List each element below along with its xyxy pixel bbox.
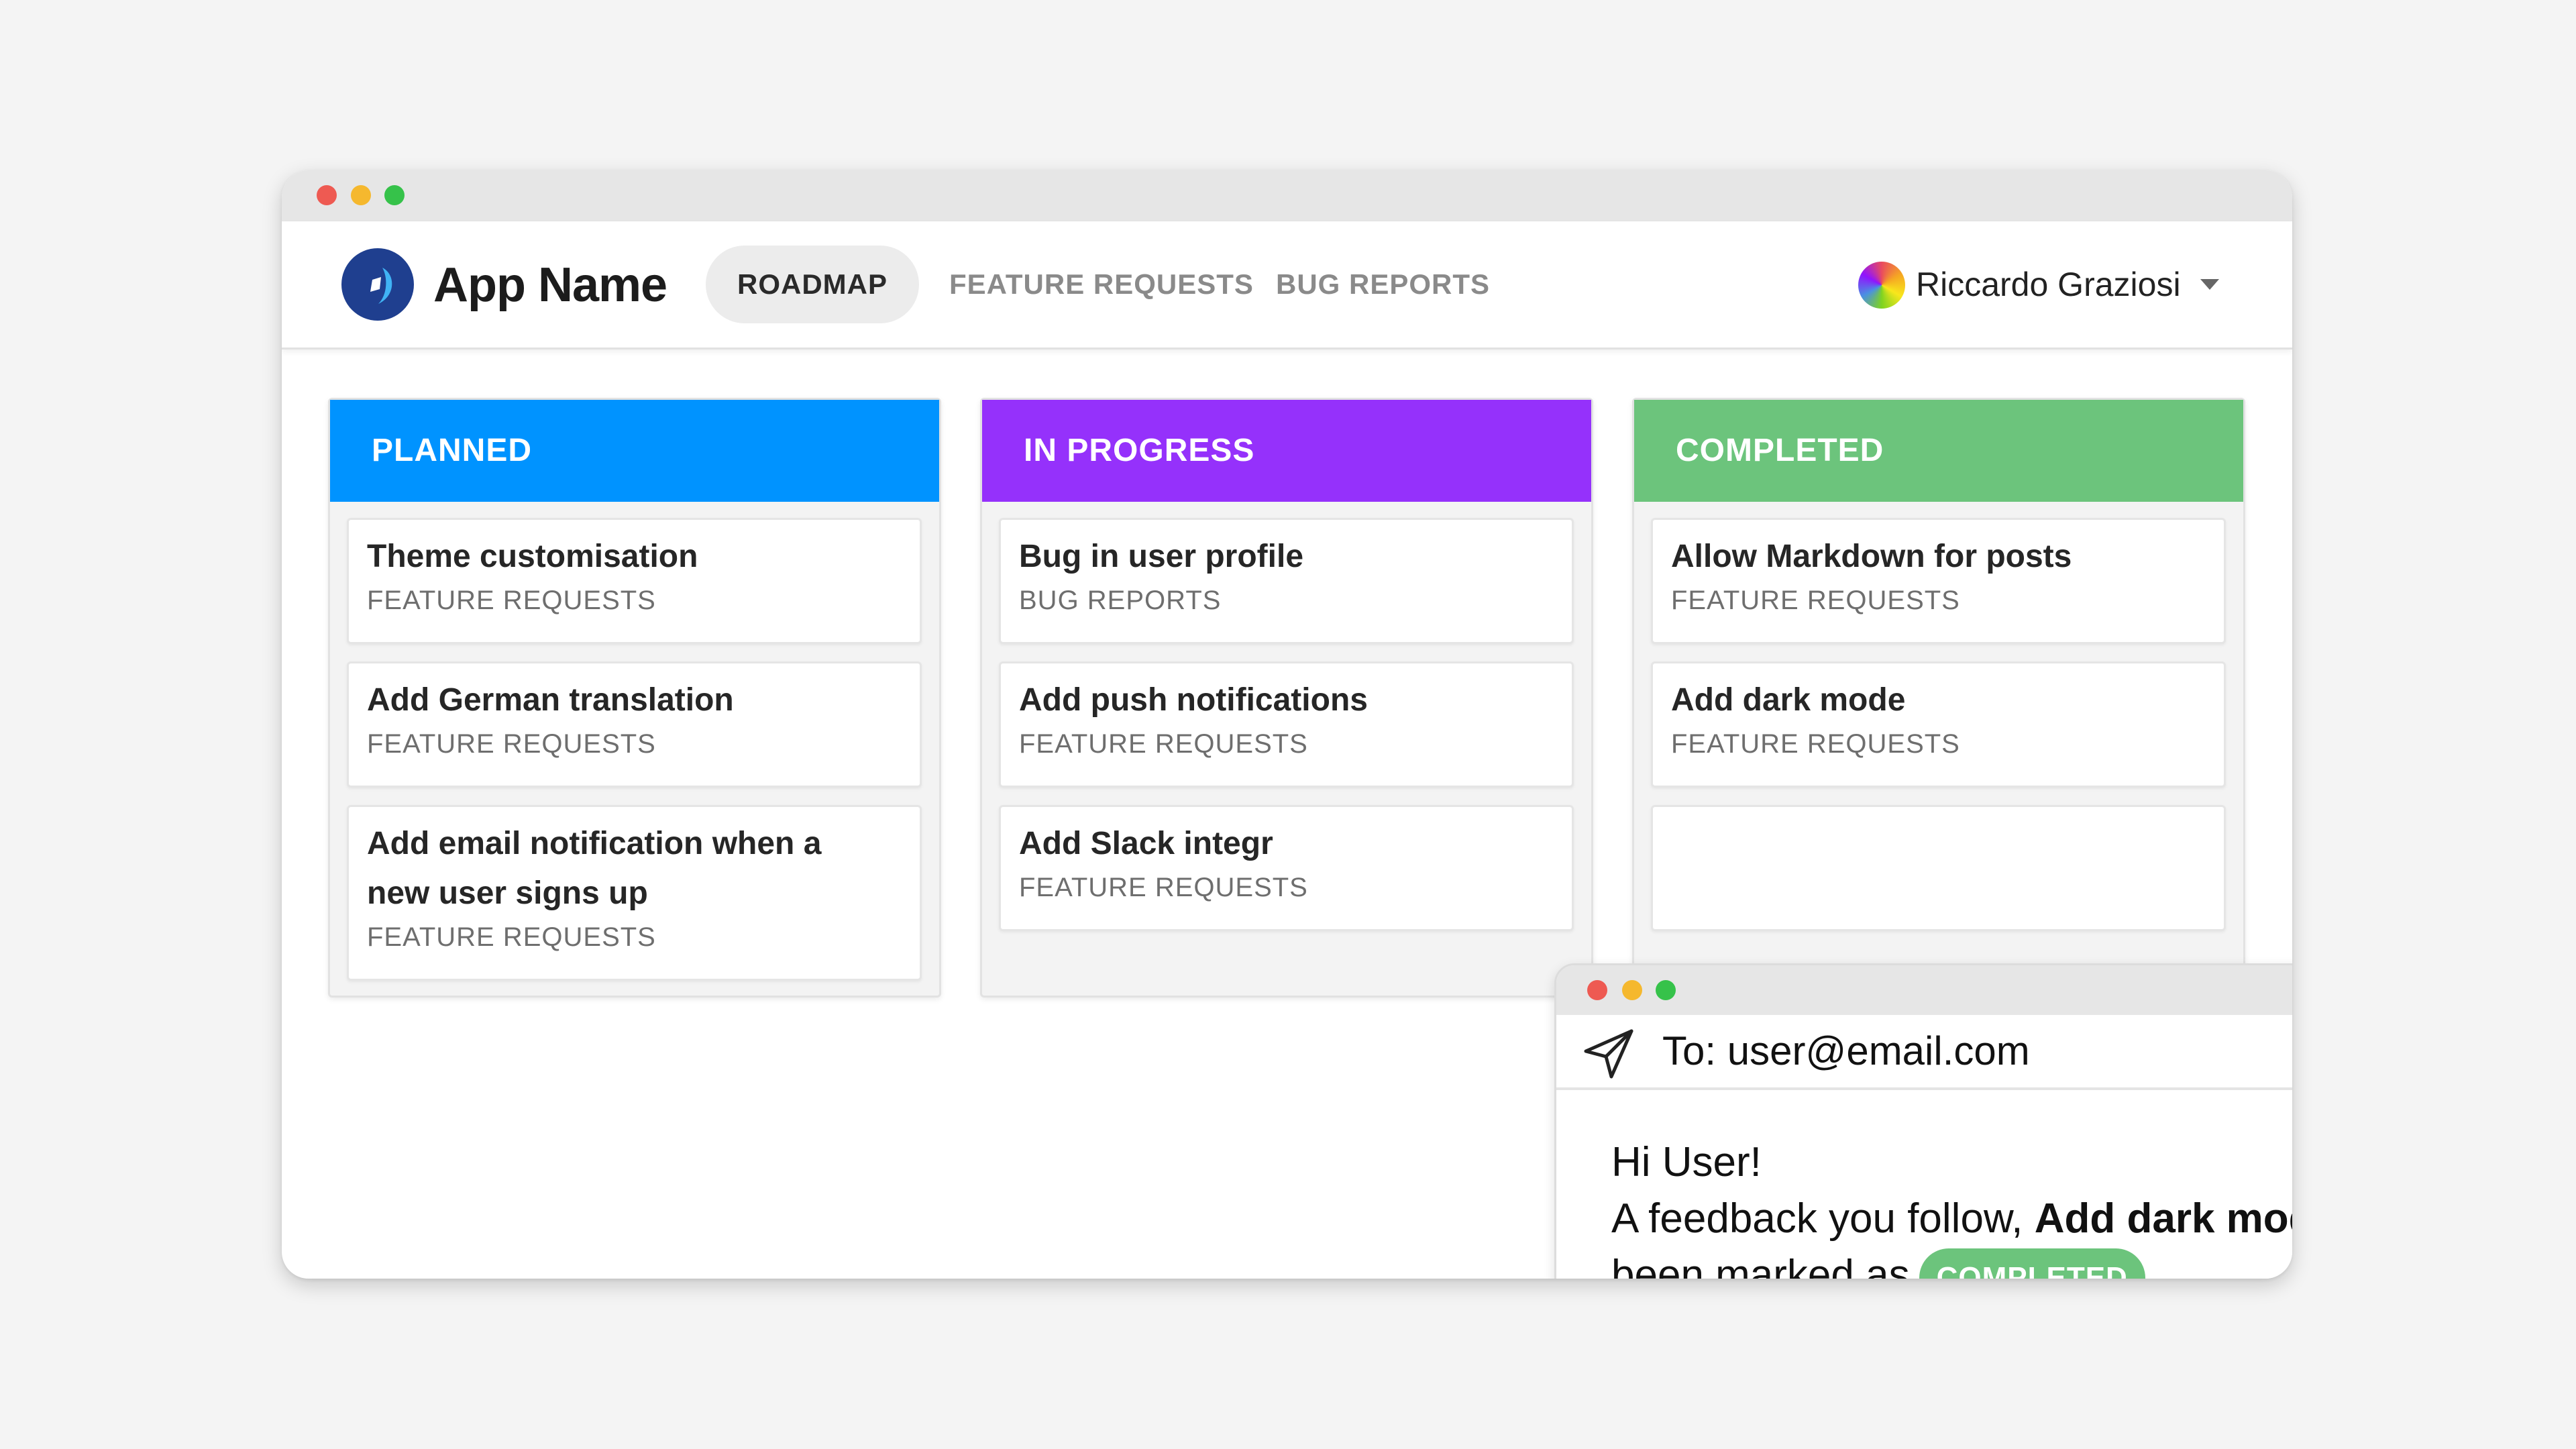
column-in-progress: IN PROGRESS Bug in user profile BUG REPO… (980, 398, 1593, 998)
email-post-title: Add dark mode (2034, 1195, 2292, 1242)
roadmap-card[interactable]: Allow Markdown for posts FEATURE REQUEST… (1651, 518, 2226, 644)
email-body: Hi User! A feedback you follow, Add dark… (1611, 1134, 2292, 1279)
email-greeting: Hi User! (1611, 1139, 1762, 1185)
avatar-icon (1858, 262, 1905, 309)
email-recipient-row: To: user@email.com (1556, 1015, 2292, 1090)
card-category: FEATURE REQUESTS (367, 922, 656, 952)
roadmap-card[interactable]: Add German translation FEATURE REQUESTS (347, 661, 922, 788)
email-message: A feedback you follow, Add dark mode, ha… (1611, 1191, 2292, 1279)
email-maximize-button[interactable] (1656, 980, 1676, 1000)
column-header-planned: PLANNED (330, 400, 939, 502)
card-category: FEATURE REQUESTS (367, 586, 656, 615)
roadmap-card[interactable] (1651, 805, 2226, 931)
minimize-window-button[interactable] (351, 185, 371, 205)
card-category: BUG REPORTS (1019, 586, 1222, 615)
card-title: Theme customisation (367, 539, 698, 574)
column-header-in-progress: IN PROGRESS (982, 400, 1591, 502)
email-titlebar (1556, 965, 2292, 1015)
user-name: Riccardo Graziosi (1916, 266, 2181, 303)
email-recipient: To: user@email.com (1662, 1028, 2030, 1073)
card-title: Bug in user profile (1019, 539, 1304, 574)
card-title: Add push notifications (1019, 682, 1368, 718)
email-message-prefix: A feedback you follow, (1611, 1195, 2035, 1242)
nav-tab-bug-reports[interactable]: BUG REPORTS (1276, 246, 1489, 323)
app-logo-icon[interactable] (341, 248, 415, 321)
roadmap-card[interactable]: Add dark mode FEATURE REQUESTS (1651, 661, 2226, 788)
card-title: Allow Markdown for posts (1671, 539, 2072, 574)
card-category: FEATURE REQUESTS (1671, 729, 1960, 759)
nav-tab-roadmap[interactable]: ROADMAP (706, 246, 919, 323)
user-menu[interactable]: Riccardo Graziosi (1858, 246, 2234, 323)
card-title: Add dark mode (1671, 682, 1906, 718)
app-window: App Name ROADMAP FEATURE REQUESTS BUG RE… (282, 170, 2292, 1279)
column-header-completed: COMPLETED (1634, 400, 2243, 502)
roadmap-card[interactable]: Add Slack integr FEATURE REQUESTS (999, 805, 1574, 931)
nav-tab-feature-requests[interactable]: FEATURE REQUESTS (949, 246, 1253, 323)
column-planned: PLANNED Theme customisation FEATURE REQU… (328, 398, 941, 998)
caret-down-icon (2200, 279, 2219, 290)
status-badge-completed: COMPLETED (1919, 1248, 2145, 1279)
email-minimize-button[interactable] (1622, 980, 1642, 1000)
close-window-button[interactable] (317, 185, 337, 205)
roadmap-card[interactable]: Bug in user profile BUG REPORTS (999, 518, 1574, 644)
window-titlebar (282, 170, 2292, 221)
email-close-button[interactable] (1587, 980, 1607, 1000)
column-completed: COMPLETED Allow Markdown for posts FEATU… (1632, 398, 2245, 998)
card-title: Add email notification when a new user s… (367, 826, 822, 911)
card-category: FEATURE REQUESTS (1019, 873, 1308, 902)
card-category: FEATURE REQUESTS (1019, 729, 1308, 759)
email-notification-window: To: user@email.com Hi User! A feedback y… (1554, 963, 2292, 1279)
card-title: Add German translation (367, 682, 734, 718)
roadmap-card[interactable]: Add email notification when a new user s… (347, 805, 922, 981)
card-category: FEATURE REQUESTS (367, 729, 656, 759)
top-navbar: App Name ROADMAP FEATURE REQUESTS BUG RE… (282, 221, 2292, 350)
app-name[interactable]: App Name (433, 248, 667, 322)
card-category: FEATURE REQUESTS (1671, 586, 1960, 615)
roadmap-card[interactable]: Add push notifications FEATURE REQUESTS (999, 661, 1574, 788)
roadmap-card[interactable]: Theme customisation FEATURE REQUESTS (347, 518, 922, 644)
send-icon (1584, 1029, 1633, 1079)
card-title: Add Slack integr (1019, 826, 1273, 861)
maximize-window-button[interactable] (384, 185, 405, 205)
